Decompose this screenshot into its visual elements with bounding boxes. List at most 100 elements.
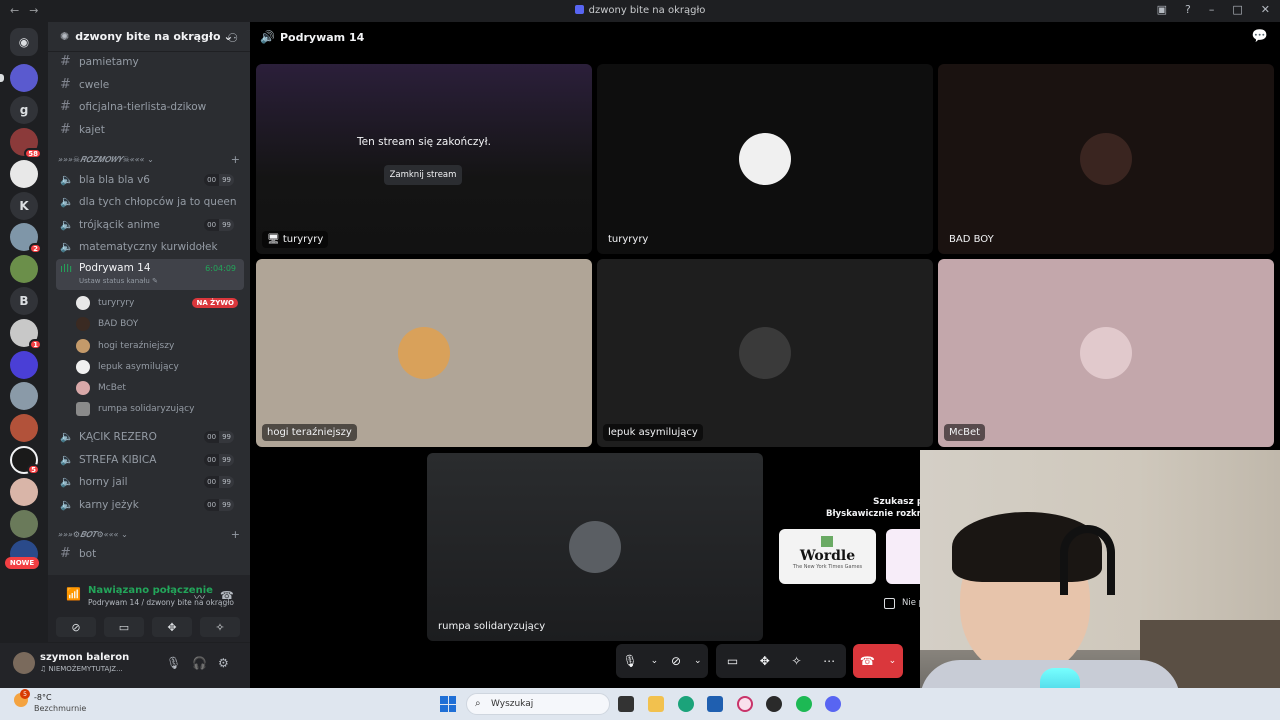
taskbar-search[interactable]: ⌕ Wyszukaj — [466, 693, 610, 715]
chevron-down-icon[interactable]: ⌄ — [694, 656, 702, 666]
settings-gear-icon[interactable]: ⚙ — [218, 656, 229, 670]
user-name[interactable]: szymon baleron — [40, 652, 129, 663]
wordle-card[interactable]: Wordle The New York Times Games — [779, 529, 876, 584]
server-icon-11[interactable] — [10, 382, 38, 410]
avatar — [739, 327, 791, 379]
opera-icon[interactable] — [737, 696, 753, 712]
server-icon-10[interactable] — [10, 351, 38, 379]
spotify-icon[interactable] — [796, 696, 812, 712]
voice-channel-kibica[interactable]: 🔈 STREFA KIBICA 00 99 — [56, 449, 244, 470]
voice-channel-horny[interactable]: 🔈 horny jail 00 99 — [56, 471, 244, 492]
chevron-down-icon[interactable]: ⌄ — [651, 656, 659, 666]
disconnect-button[interactable]: ☎ ⌄ — [853, 644, 903, 678]
speaker-icon: 🔈 — [60, 453, 74, 466]
screen-icon: 🖥 — [267, 234, 280, 245]
server-icon-1[interactable] — [0, 64, 38, 92]
stream-tile-ended[interactable]: Ten stream się zakończył. Zamknij stream… — [256, 64, 592, 254]
store-icon[interactable] — [707, 696, 723, 712]
discord-taskbar-icon[interactable] — [825, 696, 841, 712]
chevron-down-icon[interactable]: ⌄ — [889, 656, 897, 666]
video-tile-rumpa[interactable]: rumpa solidaryzujący — [427, 453, 763, 641]
server-b[interactable]: B — [10, 287, 38, 315]
member-lepuk[interactable]: lepuk asymilujący — [76, 357, 244, 377]
app-icon-obs[interactable] — [766, 696, 782, 712]
category-rozmowy[interactable]: »»»☠𝑹𝑶𝒁𝑴𝑶𝑾𝒀☠««« ⌄ + — [58, 153, 244, 166]
speaker-icon: 🔈 — [60, 430, 74, 443]
video-tile-turyryry[interactable]: turyryry — [597, 64, 933, 254]
start-button[interactable] — [440, 696, 456, 712]
soundboard-button[interactable]: ✧ — [200, 617, 240, 637]
close-stream-button[interactable]: Zamknij stream — [384, 165, 462, 185]
server-icon-12[interactable] — [10, 414, 38, 442]
activities-button[interactable]: ✥ — [760, 654, 770, 668]
channel-pamietamy[interactable]: # pamietamy — [56, 51, 244, 72]
voice-channel-anime[interactable]: 🔈 trójkącik anime 00 99 — [56, 214, 244, 235]
task-view-icon[interactable] — [618, 696, 634, 712]
more-options-button[interactable]: ⋯ — [823, 654, 835, 668]
camera-off-button[interactable]: ⊘ — [56, 617, 96, 637]
server-icon-4[interactable] — [10, 160, 38, 188]
edge-icon[interactable] — [678, 696, 694, 712]
video-tile-mcbet[interactable]: McBet — [938, 259, 1274, 447]
channel-cwele[interactable]: # cwele — [56, 74, 244, 95]
headphones-icon[interactable]: 🎧 — [192, 656, 207, 670]
maximize-button[interactable]: □ — [1232, 3, 1242, 16]
microphone-button[interactable]: 🎙 — [622, 654, 637, 668]
server-k[interactable]: K — [10, 192, 38, 220]
inbox-icon[interactable]: ▣ — [1157, 3, 1167, 16]
microphone-icon[interactable]: 🎙 — [166, 656, 181, 670]
voice-channel-jezyk[interactable]: 🔈 karny jeżyk 00 99 — [56, 494, 244, 515]
chat-bubble-icon[interactable]: 💬 — [1252, 29, 1268, 44]
member-hogi[interactable]: hogi teraźniejszy — [76, 336, 244, 356]
channel-bot[interactable]: # bot — [56, 543, 244, 564]
server-icon-13[interactable]: 5 — [10, 446, 40, 475]
set-status-link[interactable]: Ustaw status kanału ✎ — [79, 277, 158, 285]
soundboard-button[interactable]: ✧ — [791, 654, 801, 668]
minimize-button[interactable]: – — [1209, 3, 1215, 16]
discord-home-button[interactable]: ◉ — [10, 28, 38, 56]
channel-kajet[interactable]: # kajet — [56, 119, 244, 140]
invite-user-icon[interactable]: ⚇ — [227, 31, 238, 45]
server-icon-15[interactable] — [10, 510, 38, 538]
activity-card-2[interactable] — [886, 529, 920, 584]
screen-share-button[interactable]: ▭ — [727, 654, 738, 668]
mic-camera-controls: 🎙 ⌄ ⊘ ⌄ — [616, 644, 708, 678]
server-icon-14[interactable] — [10, 478, 38, 506]
member-badboy[interactable]: BAD BOY — [76, 314, 244, 334]
category-bot[interactable]: »»»⚙𝑩𝑶𝑻⚙««« ⌄ + — [58, 528, 244, 541]
noise-suppression-icon[interactable]: 〰 — [194, 589, 205, 605]
video-tile-badboy[interactable]: BAD BOY — [938, 64, 1274, 254]
server-header[interactable]: ✺ dzwony bite na okrągło ⌄ ⚇ — [48, 22, 250, 52]
voice-channel-active[interactable]: ıllı Podrywam 14 6:04:09 Ustaw status kan… — [56, 259, 244, 290]
avatar — [398, 327, 450, 379]
dont-show-checkbox[interactable] — [884, 598, 895, 609]
member-mcbet[interactable]: McBet — [76, 378, 244, 398]
voice-channel-queen[interactable]: 🔈 dla tych chłopców ja to queen — [56, 191, 244, 212]
server-icon-6[interactable]: 2 — [10, 223, 42, 254]
close-button[interactable]: ✕ — [1261, 3, 1270, 16]
server-g[interactable]: g — [10, 96, 38, 124]
video-tile-lepuk[interactable]: lepuk asymilujący — [597, 259, 933, 447]
member-rumpa[interactable]: rumpa solidaryzujący — [76, 399, 244, 419]
speaker-icon: 🔈 — [60, 218, 74, 231]
new-servers-pill[interactable]: NOWE — [5, 557, 39, 569]
add-channel-icon[interactable]: + — [231, 528, 240, 541]
help-icon[interactable]: ? — [1185, 3, 1191, 16]
server-icon-7[interactable] — [10, 255, 38, 283]
video-tile-hogi[interactable]: hogi teraźniejszy — [256, 259, 592, 447]
voice-channel-rezero[interactable]: 🔈 KĄCIK REZERO 00 99 — [56, 426, 244, 447]
server-icon-9[interactable]: 1 — [10, 319, 42, 350]
camera-off-button[interactable]: ⊘ — [671, 654, 681, 668]
member-turyryry[interactable]: turyryry NA ŻYWO — [76, 293, 244, 313]
voice-channel-mat[interactable]: 🔈 matematyczny kurwidołek — [56, 236, 244, 257]
disconnect-icon[interactable]: ☎ — [220, 589, 234, 602]
activities-button[interactable]: ✥ — [152, 617, 192, 637]
add-channel-icon[interactable]: + — [231, 153, 240, 166]
voice-channel-bla[interactable]: 🔈 bla bla bla v6 00 99 — [56, 169, 244, 190]
channel-tierlista[interactable]: # oficjalna-tierlista-dzikow — [56, 96, 244, 117]
file-explorer-icon[interactable] — [648, 696, 664, 712]
server-icon-3[interactable]: 58 — [10, 128, 42, 159]
user-avatar[interactable] — [13, 652, 35, 674]
screen-share-button[interactable]: ▭ — [104, 617, 144, 637]
speaker-icon: 🔈 — [60, 173, 74, 186]
